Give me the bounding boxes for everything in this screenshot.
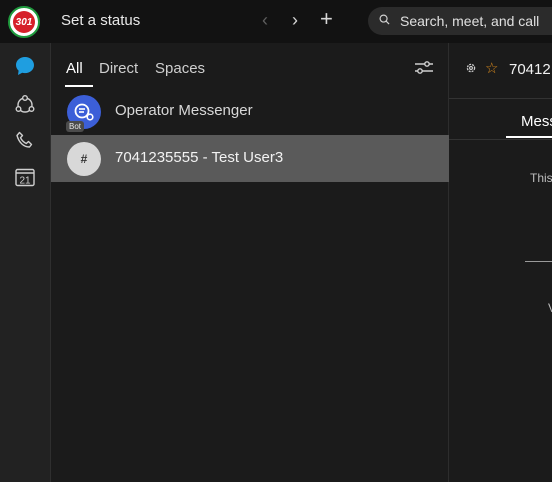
teams-nav-button[interactable] <box>10 90 40 120</box>
gear-icon[interactable] <box>465 62 477 74</box>
search-icon <box>379 14 390 25</box>
calling-nav-button[interactable] <box>10 126 40 156</box>
conversation-list: All Direct Spaces Bot Operator Messenger… <box>51 43 449 482</box>
tab-spaces[interactable]: Spaces <box>155 60 205 77</box>
search-placeholder: Search, meet, and call <box>400 13 540 29</box>
app-logo[interactable]: 301 <box>8 6 40 38</box>
forward-button[interactable]: › <box>292 10 298 31</box>
add-button[interactable]: + <box>320 8 333 30</box>
conversation-name: 7041235555 - Test User3 <box>115 149 284 166</box>
filter-icon[interactable] <box>414 60 434 76</box>
conversation-header: ☆ 70412 <box>449 43 552 99</box>
left-rail: 21 <box>0 43 51 482</box>
divider <box>449 139 552 140</box>
top-bar: 301 Set a status ‹ › + Search, meet, and… <box>0 0 552 43</box>
calendar-nav-button[interactable]: 21 <box>10 162 40 192</box>
info-text: This <box>530 171 552 185</box>
tab-all[interactable]: All <box>66 60 83 77</box>
favorite-star-icon[interactable]: ☆ <box>485 59 498 77</box>
active-tab-indicator <box>506 136 552 138</box>
tab-messages[interactable]: Mess <box>521 113 552 130</box>
conversation-name: Operator Messenger <box>115 102 253 119</box>
conversation-title: 70412 <box>509 61 551 78</box>
logo-mark: 301 <box>13 11 35 33</box>
back-button[interactable]: ‹ <box>262 10 268 31</box>
chat-bubble-icon <box>16 57 34 75</box>
divider <box>525 261 552 262</box>
teams-icon <box>15 95 35 113</box>
list-item-operator-messenger[interactable]: Bot Operator Messenger <box>51 88 449 135</box>
space-avatar: # <box>67 142 101 176</box>
info-text-secondary: V <box>548 301 552 315</box>
bot-badge: Bot <box>66 121 85 132</box>
list-item-test-user3[interactable]: # 7041235555 - Test User3 <box>51 135 449 182</box>
active-tab-indicator <box>65 85 93 87</box>
calendar-day: 21 <box>19 176 31 187</box>
messaging-nav-button[interactable] <box>10 51 40 81</box>
phone-icon <box>16 131 33 148</box>
filter-tabs: All Direct Spaces <box>51 43 449 87</box>
set-status-button[interactable]: Set a status <box>61 12 140 29</box>
search-input[interactable]: Search, meet, and call <box>368 7 552 35</box>
calendar-icon: 21 <box>15 168 35 187</box>
tab-direct[interactable]: Direct <box>99 60 138 77</box>
conversation-pane: ☆ 70412 Mess This V <box>449 43 552 482</box>
